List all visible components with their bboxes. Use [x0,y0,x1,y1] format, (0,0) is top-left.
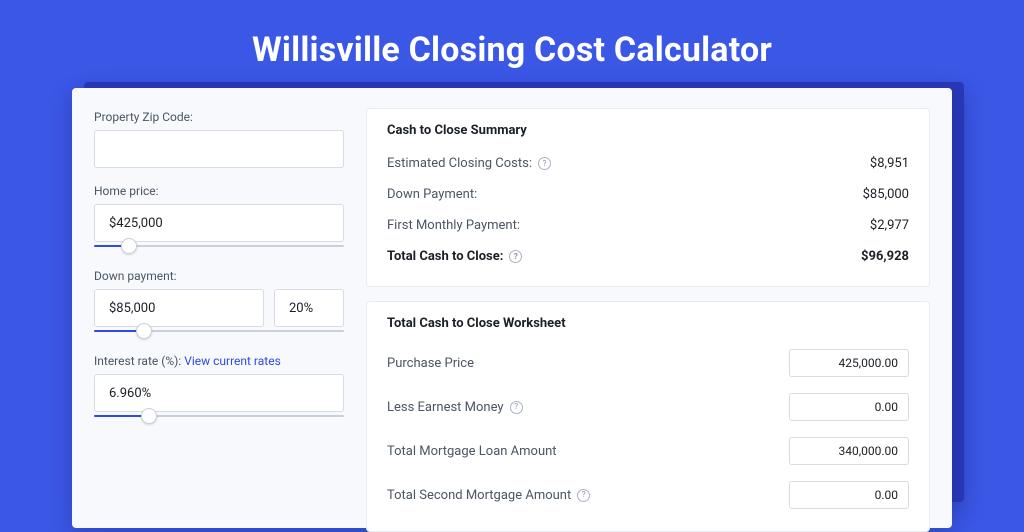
worksheet-row: Purchase Price 425,000.00 [387,341,909,385]
zip-label: Property Zip Code: [94,110,344,124]
down-payment-input[interactable]: $85,000 [94,289,264,327]
help-icon[interactable] [538,157,551,170]
slider-thumb[interactable] [141,408,157,424]
summary-row-label: First Monthly Payment: [387,218,520,233]
results-main: Cash to Close Summary Estimated Closing … [366,108,930,488]
home-price-label: Home price: [94,184,344,198]
home-price-field: Home price: $425,000 [94,184,344,253]
interest-rate-field: Interest rate (%): View current rates 6.… [94,354,344,423]
calculator-stage: Property Zip Code: Home price: $425,000 … [72,88,952,528]
zip-input[interactable] [94,130,344,168]
summary-row: Down Payment: $85,000 [387,179,909,210]
page-title: Willisville Closing Cost Calculator [0,0,1024,88]
down-payment-label: Down payment: [94,269,344,283]
worksheet-heading: Total Cash to Close Worksheet [387,316,909,331]
worksheet-row-value[interactable]: 340,000.00 [789,437,909,465]
worksheet-panel: Total Cash to Close Worksheet Purchase P… [366,301,930,532]
home-price-slider[interactable] [94,241,344,253]
summary-heading: Cash to Close Summary [387,123,909,138]
summary-row: First Monthly Payment: $2,977 [387,210,909,241]
interest-rate-slider[interactable] [94,411,344,423]
summary-row-value: $8,951 [870,156,909,171]
zip-field: Property Zip Code: [94,110,344,168]
worksheet-row-value[interactable]: 0.00 [789,393,909,421]
worksheet-row-label: Total Mortgage Loan Amount [387,444,557,459]
down-payment-slider[interactable] [94,326,344,338]
summary-total-label: Total Cash to Close: [387,249,503,264]
slider-thumb[interactable] [136,323,152,339]
worksheet-row-label: Purchase Price [387,356,474,371]
down-payment-field: Down payment: $85,000 20% [94,269,344,338]
interest-rate-label-line: Interest rate (%): View current rates [94,354,344,368]
worksheet-row: Total Mortgage Loan Amount 340,000.00 [387,429,909,473]
slider-thumb[interactable] [121,238,137,254]
view-current-rates-link[interactable]: View current rates [184,354,281,368]
summary-row-value: $2,977 [870,218,909,233]
worksheet-row-value[interactable]: 425,000.00 [789,349,909,377]
worksheet-row-label: Total Second Mortgage Amount [387,488,571,503]
calculator-card: Property Zip Code: Home price: $425,000 … [72,88,952,528]
help-icon[interactable] [510,401,523,414]
interest-rate-label: Interest rate (%): [94,354,181,368]
summary-row-value: $85,000 [863,187,909,202]
down-payment-pct-input[interactable]: 20% [274,289,344,327]
summary-total-row: Total Cash to Close: $96,928 [387,241,909,272]
worksheet-row-label: Less Earnest Money [387,400,504,415]
home-price-input[interactable]: $425,000 [94,204,344,242]
inputs-sidebar: Property Zip Code: Home price: $425,000 … [94,108,344,488]
worksheet-row-value[interactable]: 0.00 [789,481,909,509]
worksheet-row: Less Earnest Money 0.00 [387,385,909,429]
summary-row: Estimated Closing Costs: $8,951 [387,148,909,179]
summary-total-value: $96,928 [861,249,909,264]
help-icon[interactable] [509,250,522,263]
summary-row-label: Estimated Closing Costs: [387,156,532,171]
summary-panel: Cash to Close Summary Estimated Closing … [366,108,930,287]
interest-rate-input[interactable]: 6.960% [94,374,344,412]
worksheet-row: Total Second Mortgage Amount 0.00 [387,473,909,517]
help-icon[interactable] [577,489,590,502]
summary-row-label: Down Payment: [387,187,477,202]
